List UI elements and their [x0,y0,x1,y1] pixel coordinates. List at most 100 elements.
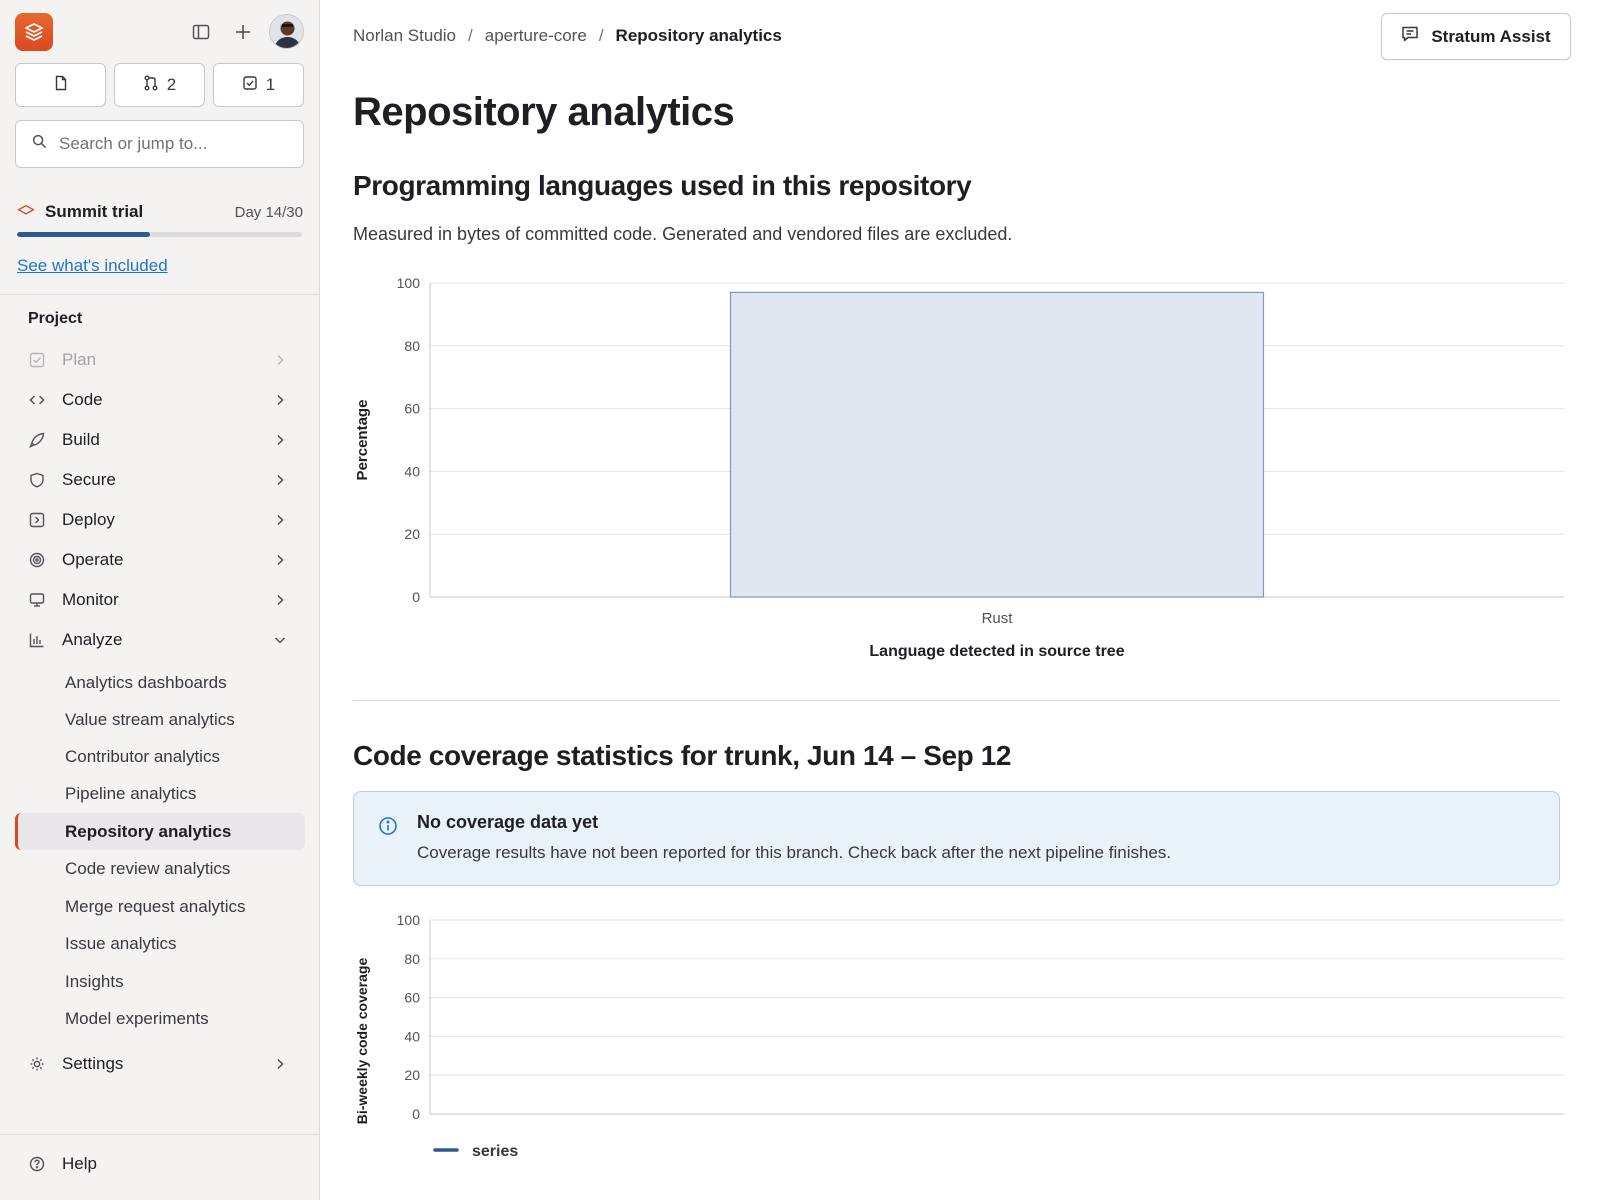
chevron-right-icon [273,512,287,532]
chart-icon [28,631,46,649]
bar-rust [729,291,1265,598]
trial-progress-fill [17,232,151,237]
sidebar-divider [0,1134,320,1135]
sidebar-subitem-analytics-dashboards[interactable]: Analytics dashboards [15,664,305,701]
sidebar-item-settings[interactable]: Settings [15,1046,305,1082]
sidebar-item-monitor[interactable]: Monitor [15,582,305,618]
sidebar-item-analyze[interactable]: Analyze [15,622,305,658]
sidebar-item-label: Deploy [62,510,115,529]
sidebar-section-label: Project [28,310,83,327]
y-tick-label: 0 [412,589,420,605]
new-file-button[interactable] [15,63,106,107]
sidebar-toggle-icon[interactable] [187,18,215,46]
chevron-right-icon [273,352,287,372]
sidebar-item-label: Secure [62,470,116,489]
y-tick-label: 80 [404,338,420,354]
info-icon [378,816,398,841]
page-title: Repository analytics [353,90,735,134]
alert-body: Coverage results have not been reported … [417,843,1172,862]
file-icon [53,75,69,96]
sidebar-item-label: Plan [62,350,97,369]
help-icon [28,1155,46,1173]
languages-bar-chart: 0 20 40 60 80 100 Rust Language detected in sou… [354,275,1564,660]
section-divider [353,700,1560,701]
stratum-assist-button[interactable]: Stratum Assist [1381,13,1571,60]
plus-icon[interactable] [229,18,257,46]
todos-count: 1 [265,75,276,94]
sidebar-item-label: Analyze [62,630,123,649]
sidebar-divider [0,294,320,295]
breadcrumb-separator: / [468,26,473,45]
chevron-right-icon [273,1056,287,1076]
todo-check-icon [242,75,258,96]
coverage-heading: Code coverage statistics for trunk, Jun … [353,740,1012,771]
app-logo-icon[interactable] [15,13,53,51]
chevron-right-icon [273,392,287,412]
shield-icon [28,471,46,489]
breadcrumb: Norlan Studio / aperture-core / Reposito… [353,26,782,46]
gear-icon [28,1055,46,1073]
sidebar-item-operate[interactable]: Operate [15,542,305,578]
trial-included-link[interactable]: See what's included [17,256,168,276]
legend-label: series [472,1143,518,1160]
help-button[interactable]: Help [15,1146,305,1182]
sidebar-item-label: Code [62,390,103,409]
y-tick-label: 40 [404,1028,420,1044]
sidebar: 2 1 Summit trial Day 14/30 See what's in… [0,0,320,1200]
trial-progress-bar [17,232,302,237]
sidebar-subitem-code-review-analytics[interactable]: Code review analytics [15,850,305,887]
avatar[interactable] [269,14,304,49]
sidebar-item-plan[interactable]: Plan [15,342,305,378]
merge-requests-button[interactable]: 2 [114,63,205,107]
sidebar-item-label: Build [62,430,100,449]
breadcrumb-item-current[interactable]: Repository analytics [616,26,782,46]
sidebar-subitem-value-stream-analytics[interactable]: Value stream analytics [15,701,305,738]
plan-icon [28,351,46,369]
chevron-right-icon [273,472,287,492]
y-axis-label: Bi-weekly code coverage [354,958,370,1125]
trial-diamond-icon [17,202,35,222]
search-input[interactable] [59,134,279,154]
y-tick-label: 60 [404,990,420,1006]
merge-request-icon [143,75,159,96]
chat-icon [1401,25,1419,48]
y-tick-label: 80 [404,951,420,967]
coverage-info-alert: No coverage data yet Coverage results ha… [353,791,1560,886]
sidebar-subitem-issue-analytics[interactable]: Issue analytics [15,925,305,962]
x-axis-label: Language detected in source tree [869,643,1124,660]
trial-widget: Summit trial Day 14/30 [17,202,303,237]
sidebar-subitem-repository-analytics[interactable]: Repository analytics [15,813,305,850]
merge-requests-count: 2 [166,75,177,94]
alert-title: No coverage data yet [417,812,599,832]
code-icon [28,391,46,409]
search-box[interactable] [15,120,304,168]
rocket-icon [28,431,46,449]
trial-day: Day 14/30 [234,203,303,221]
sidebar-subitem-insights[interactable]: Insights [15,963,305,1000]
help-label: Help [62,1154,97,1173]
chevron-down-icon [273,632,287,652]
sidebar-item-secure[interactable]: Secure [15,462,305,498]
search-icon [32,134,47,154]
sidebar-item-build[interactable]: Build [15,422,305,458]
sidebar-subitem-contributor-analytics[interactable]: Contributor analytics [15,738,305,775]
y-tick-label: 20 [404,1067,420,1083]
chevron-right-icon [273,432,287,452]
y-tick-label: 100 [397,912,421,928]
x-tick-label: Rust [982,610,1014,627]
sidebar-subitem-model-experiments[interactable]: Model experiments [15,1000,305,1037]
breadcrumb-item-group[interactable]: Norlan Studio [353,26,456,46]
coverage-line-chart: 0 20 40 60 80 100 Bi-weekly code coverage serie… [354,912,1564,1160]
sidebar-subitem-merge-request-analytics[interactable]: Merge request analytics [15,888,305,925]
breadcrumb-item-project[interactable]: aperture-core [485,26,587,46]
stratum-assist-label: Stratum Assist [1431,26,1551,46]
sidebar-item-code[interactable]: Code [15,382,305,418]
sidebar-item-label: Settings [62,1054,124,1073]
todos-button[interactable]: 1 [213,63,304,107]
sidebar-subitem-pipeline-analytics[interactable]: Pipeline analytics [15,775,305,812]
breadcrumb-separator: / [598,26,604,45]
monitor-icon [28,591,46,609]
sidebar-item-label: Monitor [62,590,119,609]
sidebar-item-deploy[interactable]: Deploy [15,502,305,538]
languages-heading: Programming languages used in this repos… [353,170,972,201]
